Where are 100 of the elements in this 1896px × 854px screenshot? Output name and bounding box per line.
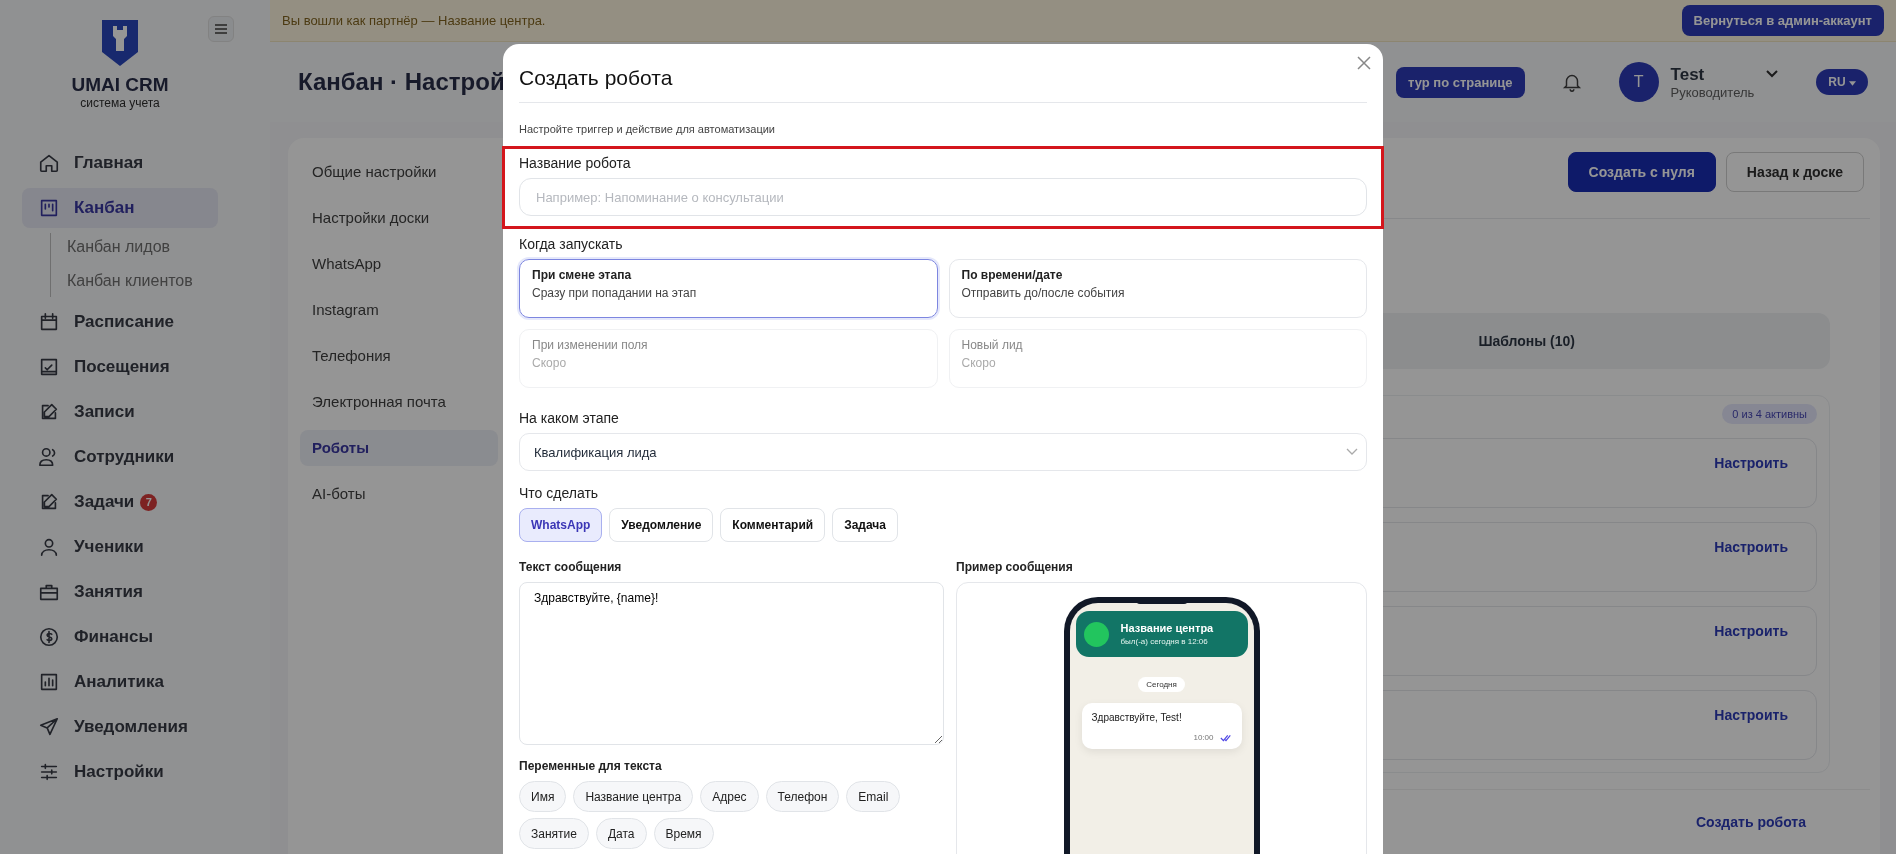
nav-subitem[interactable]: Канбан лидов (51, 235, 270, 259)
nav-item[interactable]: Канбан (22, 188, 218, 228)
sliders-icon (38, 761, 60, 783)
checklist-icon (38, 356, 60, 378)
nav-label: Аналитика (74, 672, 164, 692)
tour-button[interactable]: тур по странице (1396, 66, 1525, 98)
back-button[interactable]: Назад к доске (1725, 152, 1864, 192)
configure-link[interactable]: Настроить (1714, 707, 1788, 723)
settings-nav-item[interactable]: Instagram (300, 292, 498, 328)
templates-tab[interactable]: Шаблоны (10) (1478, 333, 1575, 349)
option-title: При смене этапа (532, 268, 633, 282)
nav-item[interactable]: Финансы (22, 617, 218, 657)
nav-item[interactable]: Ученики (22, 527, 218, 567)
robot-name-field[interactable]: Например: Напоминание о консультации (519, 178, 1367, 216)
avatar-circle (1083, 621, 1109, 647)
nav-label: Посещения (74, 357, 170, 377)
nav-item[interactable]: Сотрудники (22, 437, 218, 477)
action-option[interactable]: Уведомление (609, 508, 714, 542)
configure-link[interactable]: Настроить (1714, 539, 1788, 555)
nav-item[interactable]: Задачи 7 (22, 482, 218, 522)
settings-nav-item[interactable]: Роботы (300, 430, 498, 466)
field-label: На каком этапе (519, 410, 620, 426)
home-icon (38, 152, 60, 174)
contact-status: был(-а) сегодня в 12:06 (1120, 637, 1209, 646)
caret-icon[interactable] (1766, 70, 1779, 78)
trigger-option[interactable]: По времени/дате Отправить до/после события (948, 259, 1367, 318)
active-count-badge: 0 из 4 активны (1722, 404, 1817, 424)
settings-nav-item[interactable]: AI-боты (300, 476, 498, 512)
nav-item[interactable]: Расписание (22, 302, 218, 342)
banner-text: Вы вошли как партнёр — Название центра. (282, 13, 546, 28)
menu-button[interactable] (208, 16, 234, 42)
configure-link[interactable]: Настроить (1714, 455, 1788, 471)
variable-chip[interactable]: Время (653, 818, 714, 849)
return-admin-button[interactable]: Вернуться в админ-аккаунт (1681, 5, 1884, 36)
dollar-icon (38, 626, 60, 648)
nav-item[interactable]: Настройки (22, 752, 218, 792)
field-label: Пример сообщения (956, 560, 1074, 574)
dialog-title: Создать робота (519, 44, 1367, 103)
dialog-subtitle: Настройте триггер и действие для автоматизации (519, 123, 776, 135)
page-title: Канбан · Настрой (298, 68, 505, 96)
language-button[interactable]: RU (1816, 69, 1868, 95)
variable-chip[interactable]: Адрес (700, 781, 759, 812)
nav-item[interactable]: Записи (22, 392, 218, 432)
create-robot-link[interactable]: Создать робота (1695, 814, 1806, 830)
stage-select[interactable]: Квалификация лида (519, 433, 1367, 471)
user-icon (38, 536, 60, 558)
settings-nav-item[interactable]: Телефония (300, 338, 498, 374)
settings-nav-item[interactable]: Настройки доски (300, 200, 498, 236)
menu-icon (213, 21, 229, 37)
nav-item[interactable]: Занятия (22, 572, 218, 612)
field-label: Что сделать (519, 485, 600, 501)
message-time: 10:00 (1193, 733, 1214, 742)
settings-nav-item[interactable]: Общие настройки (300, 154, 498, 190)
user-avatar[interactable]: T (1618, 62, 1659, 102)
variable-chip[interactable]: Email (846, 781, 901, 812)
field-label: Переменные для текста (519, 759, 663, 773)
field-label: Название робота (519, 155, 632, 171)
nav-label: Настройки (74, 762, 164, 782)
action-option[interactable]: Комментарий (720, 508, 826, 542)
action-option[interactable]: Задача (832, 508, 898, 542)
settings-nav-item[interactable]: WhatsApp (300, 246, 498, 282)
double-check-icon (1219, 733, 1232, 742)
option-title: При изменении поля (532, 338, 649, 352)
configure-link[interactable]: Настроить (1714, 623, 1788, 639)
contact-name: Название центра (1120, 622, 1214, 634)
option-title: По времени/дате (961, 268, 1064, 282)
variable-chip[interactable]: Дата (595, 818, 647, 849)
nav-subitem[interactable]: Канбан клиентов (51, 269, 270, 293)
settings-nav-item[interactable]: Электронная почта (300, 384, 498, 420)
nav-item[interactable]: Аналитика (22, 662, 218, 702)
nav-item[interactable]: Уведомления (22, 707, 218, 747)
create-button[interactable]: Создать с нуля (1567, 152, 1716, 192)
nav-label: Записи (74, 402, 135, 422)
trigger-option[interactable]: При смене этапа Сразу при попадании на этап (519, 259, 938, 318)
variable-chip[interactable]: Имя (519, 781, 567, 812)
variable-chip[interactable]: Название центра (573, 781, 694, 812)
option-title: Новый лид (961, 338, 1024, 352)
option-description: Скоро (532, 356, 568, 370)
action-option[interactable]: WhatsApp (519, 508, 603, 542)
variable-chip[interactable]: Занятие (519, 818, 589, 849)
field-label: Текст сообщения (519, 560, 623, 574)
option-description: Отправить до/после события (961, 286, 1126, 300)
message-field[interactable]: Здравствуйте, {name}! (519, 582, 944, 745)
bar-chart-icon (38, 671, 60, 693)
board-icon (38, 197, 60, 219)
brand-name: UMAI CRM (71, 74, 169, 96)
brand-tagline: система учета (80, 96, 160, 110)
nav-label: Задачи (74, 492, 135, 512)
field-label: Когда запускать (519, 236, 624, 252)
calendar-icon (38, 311, 60, 333)
nav-item[interactable]: Посещения (22, 347, 218, 387)
tower-logo-icon (100, 20, 140, 66)
nav-label: Ученики (74, 537, 144, 557)
nav-item[interactable]: Главная (22, 143, 218, 183)
nav-label: Уведомления (74, 717, 188, 737)
option-description: Сразу при попадании на этап (532, 286, 698, 300)
variable-chip[interactable]: Телефон (765, 781, 840, 812)
close-icon[interactable] (1357, 56, 1371, 70)
date-pill: Сегодня (1138, 677, 1185, 692)
nav-label: Сотрудники (74, 447, 175, 467)
